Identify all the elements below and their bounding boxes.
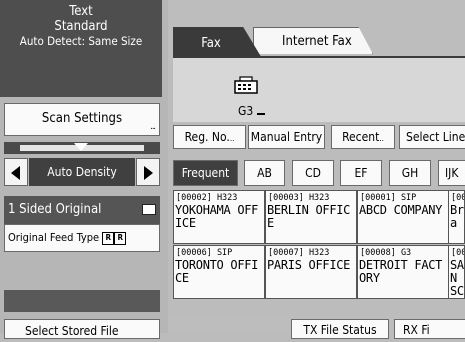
- scan-mode-display[interactable]: Text Standard Auto Detect: Same Size: [0, 0, 162, 97]
- feed-orientation-icon: R: [102, 231, 115, 245]
- tab-internet-fax-label: Internet Fax: [282, 34, 352, 49]
- fax-icon: [234, 76, 258, 94]
- more-dots-icon: ...: [150, 122, 156, 132]
- entry-name: ABCD COMPANY: [359, 203, 443, 217]
- scan-settings-button[interactable]: Scan Settings ...: [4, 103, 160, 136]
- entry-name: BERLIN OFFICE: [267, 203, 351, 230]
- tx-file-status-button[interactable]: TX File Status: [291, 319, 389, 339]
- size-detect-label: Auto Detect: Same Size: [19, 34, 143, 48]
- destination-entry[interactable]: [00003] H323 BERLIN OFFICE: [265, 190, 357, 244]
- page-icon: [142, 204, 156, 215]
- destination-input-cursor[interactable]: [257, 113, 265, 115]
- recent-label: Recent: [342, 130, 380, 144]
- entry-name: DETROIT FACTORY: [359, 258, 443, 285]
- scan-type-label: Text: [69, 4, 93, 19]
- recent-button[interactable]: Recent..: [331, 125, 395, 149]
- tab-ijk[interactable]: IJK: [438, 160, 465, 186]
- density-increase-button[interactable]: [136, 158, 160, 186]
- tab-ef[interactable]: EF: [340, 160, 382, 186]
- tab-ab[interactable]: AB: [244, 160, 285, 186]
- empty-slot: [4, 290, 160, 312]
- feed-orientation-icon: R: [114, 231, 127, 245]
- manual-entry-button[interactable]: Manual Entry: [248, 125, 325, 149]
- reg-no-button[interactable]: Reg. No...: [173, 125, 246, 149]
- entry-name: PARIS OFFICE: [267, 258, 351, 272]
- destination-entry[interactable]: [000 Bra: [448, 190, 465, 244]
- select-line-button[interactable]: Select Line: [399, 125, 465, 149]
- select-stored-file-button[interactable]: Select Stored File: [4, 319, 160, 339]
- destination-entry[interactable]: [000 SAN SCO: [448, 245, 465, 299]
- entry-name: SAN SCO: [450, 258, 464, 299]
- destination-entry[interactable]: [00006] SIP TORONTO OFFICE: [173, 245, 265, 299]
- tab-gh[interactable]: GH: [389, 160, 431, 186]
- destination-entry[interactable]: [00008] G3 DETROIT FACTORY: [357, 245, 449, 299]
- sided-original-label: 1 Sided Original: [8, 202, 102, 217]
- entry-name: TORONTO OFFICE: [175, 258, 259, 285]
- rx-file-button[interactable]: RX Fi: [394, 319, 465, 339]
- density-marker-icon: [74, 143, 88, 151]
- density-decrease-button[interactable]: [4, 158, 28, 186]
- tab-cd[interactable]: CD: [292, 160, 334, 186]
- entry-name: Bra: [450, 203, 464, 230]
- original-feed-type-button[interactable]: Original Feed Type RR: [4, 224, 160, 252]
- tab-internet-fax[interactable]: Internet Fax: [253, 27, 373, 54]
- tab-frequent[interactable]: Frequent: [173, 160, 238, 186]
- reg-no-label: Reg. No.: [184, 130, 230, 144]
- line-type-label: G3: [238, 104, 254, 118]
- destination-area: [173, 56, 465, 122]
- auto-density-button[interactable]: Auto Density: [29, 158, 135, 186]
- destination-entry[interactable]: [00007] H323 PARIS OFFICE: [265, 245, 357, 299]
- resolution-label: Standard: [54, 19, 108, 34]
- scan-settings-label: Scan Settings: [41, 111, 123, 126]
- destination-entry[interactable]: [00001] SIP ABCD COMPANY: [357, 190, 449, 244]
- destination-entry[interactable]: [00002] H323 YOKOHAMA OFFICE: [173, 190, 265, 244]
- sided-original-button[interactable]: 1 Sided Original: [4, 196, 160, 224]
- feed-type-label: Original Feed Type: [8, 231, 100, 244]
- entry-name: YOKOHAMA OFFICE: [175, 203, 259, 230]
